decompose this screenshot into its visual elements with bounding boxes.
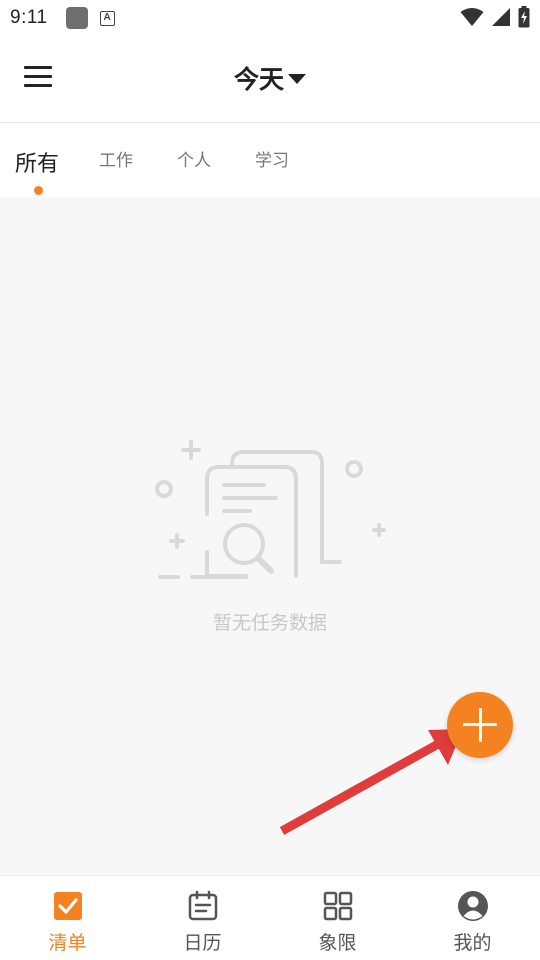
- nav-label: 日历: [183, 932, 222, 954]
- tab-work[interactable]: 工作: [99, 146, 133, 171]
- battery-charging-icon: [518, 6, 530, 28]
- app-header: 今天: [0, 36, 540, 123]
- status-bar: 9:11 A: [0, 0, 540, 36]
- a-notification-icon: A: [99, 10, 115, 26]
- tab-study[interactable]: 学习: [255, 146, 289, 171]
- nav-item-list[interactable]: 清单: [0, 876, 135, 960]
- status-indicators: [460, 6, 530, 28]
- nav-label: 我的: [453, 932, 492, 954]
- annotation-arrow: [279, 729, 463, 835]
- nav-item-quadrant[interactable]: 象限: [270, 876, 405, 960]
- page-title: 今天: [233, 65, 284, 94]
- active-tab-indicator: [34, 186, 43, 195]
- wifi-icon: [460, 8, 484, 26]
- app-square-icon: [65, 7, 88, 29]
- user-avatar-icon: [457, 891, 488, 921]
- date-filter-dropdown[interactable]: 今天: [0, 60, 540, 96]
- status-time: 9:11: [10, 7, 48, 28]
- empty-state-message: 暂无任务数据: [212, 612, 327, 634]
- nav-label: 象限: [318, 932, 357, 954]
- grid-icon: [323, 891, 352, 921]
- nav-item-calendar[interactable]: 日历: [135, 876, 270, 960]
- empty-document-search-icon: [155, 440, 386, 579]
- caret-down-icon: [288, 74, 306, 84]
- category-tabs: 所有 工作 个人 学习: [0, 124, 540, 198]
- signal-icon: [492, 8, 510, 26]
- calendar-icon: [188, 890, 217, 921]
- tab-personal[interactable]: 个人: [177, 146, 211, 171]
- bottom-navigation: 清单 日历 象限 我的: [0, 875, 540, 960]
- nav-item-profile[interactable]: 我的: [405, 876, 540, 960]
- add-task-button[interactable]: [447, 692, 513, 758]
- tab-all[interactable]: 所有: [15, 146, 59, 178]
- nav-label: 清单: [48, 932, 87, 954]
- checkbox-icon: [53, 892, 82, 920]
- task-list-area: 暂无任务数据: [0, 198, 540, 875]
